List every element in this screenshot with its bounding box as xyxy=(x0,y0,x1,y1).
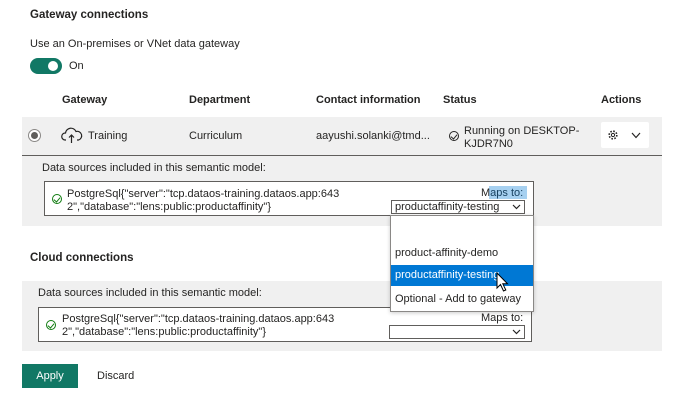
gear-icon[interactable] xyxy=(607,129,619,141)
col-header-contact: Contact information xyxy=(316,94,421,106)
dropdown-option-add-to-gateway[interactable]: Optional - Add to gateway xyxy=(391,290,533,308)
gateway-sources-title: Data sources included in this semantic m… xyxy=(42,162,266,174)
gateway-contact: aayushi.solanki@tmd... xyxy=(316,130,430,142)
col-header-actions: Actions xyxy=(601,94,642,106)
gateway-name: Training xyxy=(88,130,128,142)
radio-dot xyxy=(31,132,38,139)
gateway-radio[interactable] xyxy=(28,129,41,142)
gateway-status-line1: Running on DESKTOP- xyxy=(464,125,580,137)
gateway-toggle-label: Use an On-premises or VNet data gateway xyxy=(30,38,240,50)
status-check-icon xyxy=(449,131,459,141)
discard-button[interactable]: Discard xyxy=(97,370,134,382)
cloud-connections-title: Cloud connections xyxy=(30,252,134,264)
cloud-maps-to-select[interactable] xyxy=(389,325,525,339)
dropdown-option-product-affinity-demo[interactable]: product-affinity-demo xyxy=(391,244,533,262)
maps-to-label-highlight xyxy=(489,186,527,199)
gateway-maps-to-value: productaffinity-testing xyxy=(395,201,500,213)
mouse-pointer-icon xyxy=(496,272,509,292)
chevron-down-icon xyxy=(512,329,521,335)
cloud-source-line2: 2","database":"lens:public:productaffini… xyxy=(62,326,267,338)
cloud-source-line1: PostgreSql{"server":"tcp.dataos-training… xyxy=(62,313,335,325)
col-header-gateway: Gateway xyxy=(62,94,108,106)
chevron-down-icon xyxy=(512,204,521,210)
source-check-icon xyxy=(52,194,62,204)
gateway-maps-to-select[interactable]: productaffinity-testing xyxy=(391,200,525,214)
apply-button[interactable]: Apply xyxy=(22,364,78,388)
maps-to-dropdown-list[interactable]: product-affinity-demo productaffinity-te… xyxy=(390,215,534,312)
cloud-maps-to-label: Maps to: xyxy=(481,312,524,324)
col-header-status: Status xyxy=(443,94,477,106)
col-header-department: Department xyxy=(189,94,251,106)
gateway-department: Curriculum xyxy=(189,130,243,142)
gateway-source-line1: PostgreSql{"server":"tcp.dataos-training… xyxy=(67,188,340,200)
cloud-upload-icon xyxy=(61,127,83,143)
dropdown-option-empty[interactable] xyxy=(391,218,533,236)
gateway-status-line2: KJDR7N0 xyxy=(464,138,513,150)
dropdown-option-productaffinity-testing[interactable]: productaffinity-testing xyxy=(391,265,533,286)
chevron-down-icon[interactable] xyxy=(631,132,641,139)
gateway-toggle[interactable] xyxy=(30,58,62,74)
toggle-knob xyxy=(48,61,58,71)
cloud-sources-title: Data sources included in this semantic m… xyxy=(38,287,262,299)
gateway-source-line2: 2","database":"lens:public:productaffini… xyxy=(67,201,272,213)
gateway-connections-title: Gateway connections xyxy=(30,9,149,21)
source-check-icon xyxy=(46,320,56,330)
gateway-toggle-state: On xyxy=(69,60,84,72)
